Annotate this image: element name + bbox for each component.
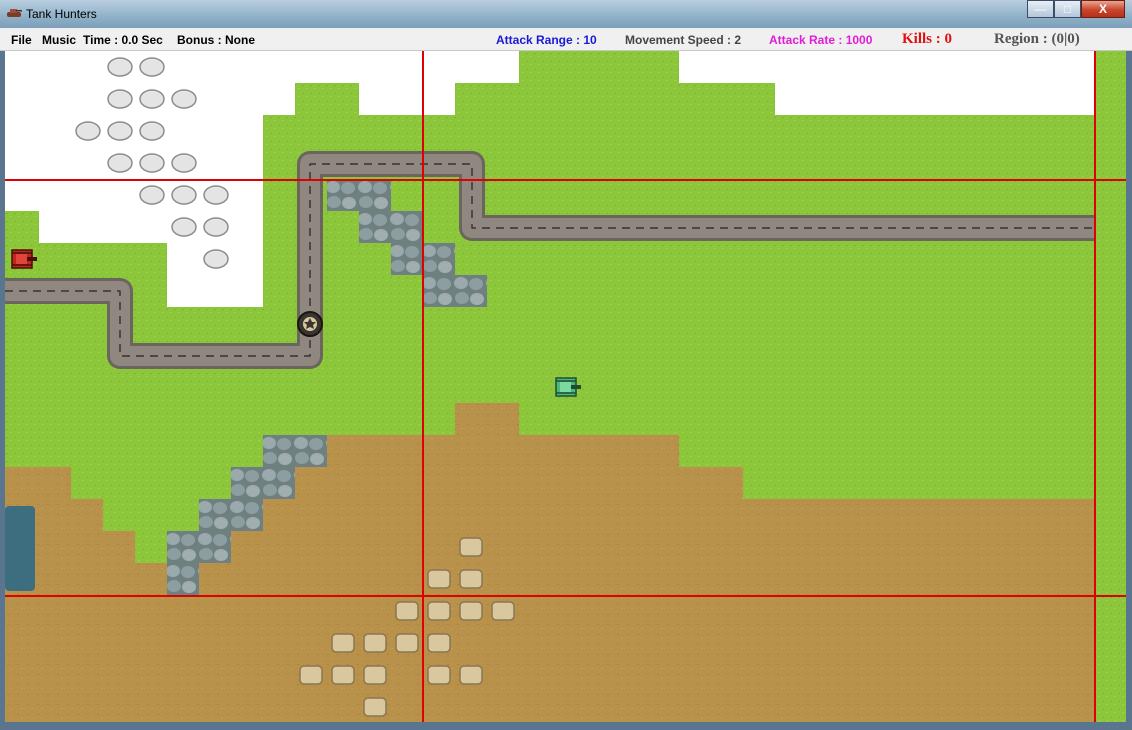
water-edge [5,506,35,591]
game-map[interactable] [5,51,1126,722]
attack-rate-stat: Attack Rate : 1000 [769,33,873,47]
region-indicator: Region : (0|0) [994,31,1080,47]
close-button[interactable]: X [1081,0,1125,18]
game-canvas[interactable] [5,51,1126,722]
menu-music[interactable]: Music [42,33,76,47]
menu-file[interactable]: File [11,33,32,47]
bonus-display: Bonus : None [177,33,255,47]
maximize-button[interactable]: □ [1054,0,1081,18]
window-titlebar[interactable]: Tank Hunters — □ X [0,0,1132,28]
minimize-button[interactable]: — [1027,0,1054,18]
movement-speed-stat: Movement Speed : 2 [625,33,742,47]
kills-counter: Kills : 0 [902,31,953,47]
base-turret[interactable] [297,311,323,337]
time-display: Time : 0.0 Sec [83,33,163,47]
attack-range-stat: Attack Range : 10 [496,33,597,47]
menu-bar: File Music Time : 0.0 Sec Bonus : None A… [0,28,1132,51]
window-title: Tank Hunters [26,7,97,21]
tank-app-icon [7,9,22,17]
window-frame-bottom [0,722,1132,730]
window-frame-right [1126,51,1132,730]
